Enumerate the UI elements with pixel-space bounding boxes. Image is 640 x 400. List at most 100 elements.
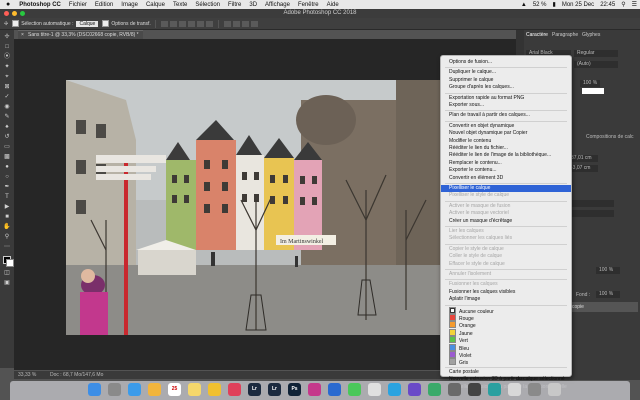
align-bottom-button[interactable] <box>205 20 213 27</box>
chrome-icon[interactable] <box>368 383 381 396</box>
move-tool-icon[interactable]: ✢ <box>3 34 11 41</box>
context-menu-item[interactable]: Pixelliser le calque <box>441 185 571 193</box>
context-menu-item[interactable]: Gris <box>441 358 571 366</box>
menu-photoshop[interactable]: Photoshop CC <box>15 2 65 8</box>
context-menu-item[interactable]: Plan de travail à partir des calques... <box>441 112 571 119</box>
menu-texte[interactable]: Texte <box>169 2 191 8</box>
type-tool-icon[interactable]: T <box>3 194 11 201</box>
stamp-tool-icon[interactable]: ♠ <box>3 124 11 131</box>
photos-icon[interactable] <box>148 383 161 396</box>
menu-filtre[interactable]: Filtre <box>224 2 245 8</box>
context-menu-item[interactable]: Fusionner les calques visibles <box>441 289 571 296</box>
marquee-tool-icon[interactable]: □ <box>3 44 11 51</box>
lightroom-icon[interactable]: Lr <box>248 383 261 396</box>
menu-edition[interactable]: Edition <box>91 2 117 8</box>
context-menu-item[interactable]: Exporter le contenu... <box>441 167 571 174</box>
menu-selection[interactable]: Sélection <box>191 2 224 8</box>
width-field[interactable]: 37,01 cm <box>568 155 598 162</box>
menu-3d[interactable]: 3D <box>245 2 261 8</box>
auto-select-checkbox[interactable] <box>12 20 20 27</box>
photoshop-icon[interactable]: Ps <box>288 383 301 396</box>
finder-icon[interactable] <box>88 383 101 396</box>
distribute-button[interactable] <box>250 20 258 27</box>
align-right-button[interactable] <box>178 20 186 27</box>
leading-select[interactable]: (Auto) <box>574 61 618 68</box>
zoom-level[interactable]: 33,33 % <box>18 371 36 379</box>
minimize-window-icon[interactable] <box>12 11 17 16</box>
telegram-icon[interactable] <box>388 383 401 396</box>
hand-tool-icon[interactable]: ✋ <box>3 224 11 231</box>
close-window-icon[interactable] <box>4 11 9 16</box>
auto-select-dropdown[interactable]: Calque <box>76 20 99 27</box>
tab-paragraphe[interactable]: Paragraphe <box>552 32 578 38</box>
more-tools-icon[interactable]: ⋯ <box>3 244 11 251</box>
transform-controls-checkbox[interactable] <box>102 20 110 27</box>
background-color-swatch[interactable] <box>6 259 14 267</box>
zoom-tool-icon[interactable]: ⚲ <box>3 234 11 241</box>
app-mid-icon[interactable] <box>528 383 541 396</box>
butterfly-icon[interactable] <box>208 383 221 396</box>
menu-image[interactable]: Image <box>117 2 142 8</box>
wifi-icon[interactable]: ▲ <box>518 2 530 8</box>
eyedropper-tool-icon[interactable]: ✓ <box>3 94 11 101</box>
context-menu-item[interactable]: Remplacer le contenu... <box>441 160 571 167</box>
menu-aide[interactable]: Aide <box>323 2 343 8</box>
distribute-button[interactable] <box>232 20 240 27</box>
app-teal-icon[interactable] <box>488 383 501 396</box>
battery-percent[interactable]: 52 % <box>530 2 550 8</box>
context-menu-item[interactable]: Supprimer le calque <box>441 77 571 84</box>
menu-calque[interactable]: Calque <box>142 2 169 8</box>
context-menu-item[interactable]: Modifier le contenu <box>441 138 571 145</box>
tab-caractere[interactable]: Caractère <box>526 32 548 38</box>
context-menu-item[interactable]: Exporter sous... <box>441 102 571 109</box>
gradient-tool-icon[interactable]: ▩ <box>3 154 11 161</box>
zoom-window-icon[interactable] <box>20 11 25 16</box>
dodge-tool-icon[interactable]: ○ <box>3 174 11 181</box>
crop-tool-icon[interactable]: ⌖ <box>3 74 11 81</box>
eraser-tool-icon[interactable]: ▭ <box>3 144 11 151</box>
align-top-button[interactable] <box>187 20 195 27</box>
align-left-button[interactable] <box>160 20 168 27</box>
scale-field[interactable]: 100 % <box>580 80 600 87</box>
context-menu-item[interactable]: Nouvel objet dynamique par Copier <box>441 130 571 137</box>
align-center-button[interactable] <box>169 20 177 27</box>
safari-icon[interactable] <box>128 383 141 396</box>
quick-mask-icon[interactable]: ◫ <box>3 270 11 277</box>
context-menu-item[interactable]: Convertir en objet dynamique <box>441 123 571 130</box>
messages-icon[interactable] <box>348 383 361 396</box>
document-photo[interactable]: Im Martinswinkel <box>66 80 466 335</box>
app-gray-icon[interactable] <box>448 383 461 396</box>
lasso-tool-icon[interactable]: ⦿ <box>3 54 11 61</box>
clock-time[interactable]: 22:45 <box>597 2 618 8</box>
menu-affichage[interactable]: Affichage <box>261 2 294 8</box>
menu-list-icon[interactable]: ☰ <box>629 1 640 8</box>
lightroom-classic-icon[interactable]: Lr <box>268 383 281 396</box>
fill-field[interactable]: 100 % <box>596 291 620 298</box>
history-brush-tool-icon[interactable]: ↺ <box>3 134 11 141</box>
frame-tool-icon[interactable]: ⊠ <box>3 84 11 91</box>
menu-fenetre[interactable]: Fenêtre <box>294 2 323 8</box>
context-menu-item[interactable]: Exportation rapide au format PNG <box>441 95 571 102</box>
context-menu-item[interactable]: Groupe d'après les calques... <box>441 84 571 91</box>
trash-icon[interactable] <box>548 383 561 396</box>
launchpad-icon[interactable] <box>108 383 121 396</box>
context-menu-item[interactable]: Rééditer le lien du fichier... <box>441 145 571 152</box>
healing-tool-icon[interactable]: ◉ <box>3 104 11 111</box>
battery-icon[interactable]: ▮ <box>550 1 559 8</box>
context-menu-item[interactable]: Violet <box>441 351 571 359</box>
distribute-button[interactable] <box>241 20 249 27</box>
app-green-icon[interactable] <box>428 383 441 396</box>
color-swatch[interactable] <box>582 88 604 94</box>
panel-row[interactable] <box>568 200 614 207</box>
doc-size[interactable]: Doc : 68,7 Mo/147,6 Mo <box>50 371 103 379</box>
context-menu-item[interactable]: Orange <box>441 321 571 329</box>
shape-tool-icon[interactable]: ■ <box>3 214 11 221</box>
context-menu-item[interactable]: Vert <box>441 336 571 344</box>
app-light-icon[interactable] <box>508 383 521 396</box>
panel-row[interactable] <box>568 210 614 217</box>
context-menu-item[interactable]: Créer un masque d'écrêtage <box>441 218 571 225</box>
context-menu-item[interactable]: Bleu <box>441 343 571 352</box>
context-menu-item[interactable]: Rouge <box>441 314 571 322</box>
screen-mode-icon[interactable]: ▣ <box>3 280 11 287</box>
opacity-field[interactable]: 100 % <box>596 267 620 274</box>
